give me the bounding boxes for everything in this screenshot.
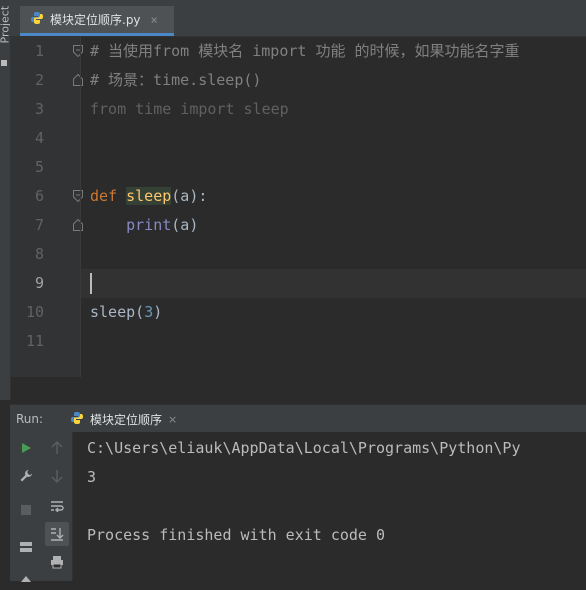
line-number: 2: [34, 71, 44, 89]
line-number: 4: [34, 129, 44, 147]
line-number-gutter: 1 2 3 4 5 6 7 8 9 10 11: [10, 37, 83, 377]
call-close: ): [153, 303, 163, 321]
fold-end-icon[interactable]: [73, 219, 83, 231]
line-number: 3: [34, 100, 44, 118]
close-icon[interactable]: ×: [151, 13, 158, 27]
editor-tab-active[interactable]: 模块定位顺序.py ×: [20, 6, 174, 36]
tab-label: 模块定位顺序.py: [50, 13, 141, 27]
line-number: 11: [25, 332, 44, 350]
text-caret: [90, 273, 92, 294]
line-number-current: 9: [34, 274, 44, 292]
project-icon: [1, 60, 7, 66]
print-args: (a): [171, 216, 199, 234]
run-label: Run:: [16, 412, 44, 426]
python-file-icon: [30, 10, 44, 29]
console-line: Process finished with exit code 0: [87, 526, 386, 544]
run-console-output[interactable]: C:\Users\eliauk\AppData\Local\Programs\P…: [73, 432, 586, 581]
code-line-6: def sleep(a):: [90, 182, 207, 211]
line-number: 5: [34, 158, 44, 176]
line-number: 8: [34, 245, 44, 263]
line-number: 6: [34, 187, 44, 205]
wrench-icon[interactable]: [16, 466, 36, 486]
console-line: 3: [87, 468, 97, 486]
code-line-1: # 当使用from 模块名 import 功能 的时候，如果功能名字重: [90, 42, 520, 60]
run-icon[interactable]: [16, 438, 36, 458]
function-name: sleep: [126, 187, 172, 205]
run-tab-label: 模块定位顺序: [90, 412, 163, 427]
fold-start-icon[interactable]: [73, 190, 83, 202]
python-file-icon: [70, 410, 84, 429]
fold-end-icon[interactable]: [73, 74, 83, 86]
scroll-to-end-icon[interactable]: [45, 522, 69, 546]
run-toolbar-secondary: [42, 432, 73, 581]
call-arg: 3: [144, 303, 154, 321]
run-tab[interactable]: 模块定位顺序 ×: [64, 405, 183, 433]
current-line-highlight: [81, 269, 586, 298]
keyword-def: def: [90, 187, 118, 205]
close-icon[interactable]: ×: [168, 413, 177, 426]
line-number: 1: [34, 42, 44, 60]
builtin-print: print: [126, 216, 172, 234]
print-icon[interactable]: [47, 552, 67, 572]
down-arrow-icon[interactable]: [47, 466, 67, 486]
function-params: (a):: [171, 187, 208, 205]
soft-wrap-icon[interactable]: [47, 496, 67, 516]
line-number: 10: [25, 303, 44, 321]
stop-icon[interactable]: [16, 500, 36, 520]
run-panel-header: Run: 模块定位顺序 ×: [10, 404, 586, 433]
fold-start-icon[interactable]: [73, 45, 83, 57]
up-arrow-icon[interactable]: [47, 438, 67, 458]
pin-icon[interactable]: [16, 570, 36, 590]
line-number: 7: [34, 216, 44, 234]
gutter-separator: [80, 37, 81, 377]
editor-tab-bar: 模块定位顺序.py ×: [10, 0, 586, 37]
code-line-2: # 场景：time.sleep(): [90, 71, 262, 89]
console-line: C:\Users\eliauk\AppData\Local\Programs\P…: [87, 439, 521, 457]
run-toolbar-primary: [10, 432, 42, 582]
code-editor[interactable]: 1 2 3 4 5 6 7 8 9 10 11 # 当使用from 模块名 im…: [10, 37, 586, 377]
code-line-3: from time import sleep: [90, 100, 289, 118]
call-name: sleep(: [90, 303, 145, 321]
code-line-10: sleep(3): [90, 298, 162, 327]
layout-icon[interactable]: [16, 537, 36, 557]
code-line-7: print(a): [90, 211, 198, 240]
